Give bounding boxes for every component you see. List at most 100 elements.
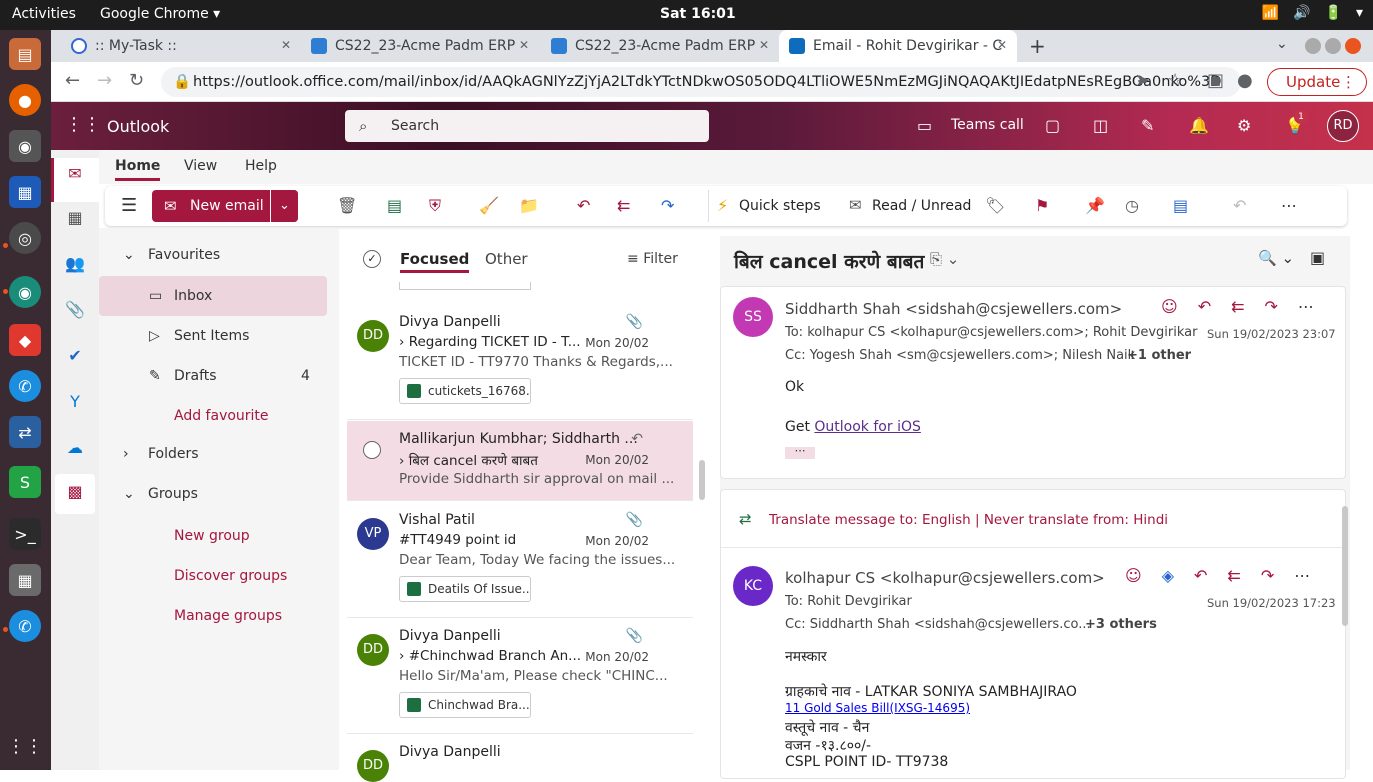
diamond-icon[interactable]: ◈ (1162, 566, 1174, 585)
attachment-chip[interactable]: cutickets_16768... (399, 378, 531, 404)
reply-all-icon[interactable]: ⇇ (1231, 297, 1244, 316)
bookmark-star-icon[interactable]: ☆ (1167, 70, 1183, 91)
pin-icon[interactable]: 📌 (1085, 196, 1105, 215)
list-scrollbar[interactable] (699, 460, 705, 500)
zoom-icon[interactable]: 🔍 ⌄ (1258, 249, 1294, 267)
tag-subject-icon[interactable]: ⎘ ⌄ (930, 250, 959, 268)
tab-focused[interactable]: Focused (400, 250, 470, 273)
more-icon[interactable]: ⋯ (1281, 196, 1297, 215)
select-radio[interactable] (363, 441, 381, 459)
tab-home[interactable]: Home (115, 158, 161, 181)
search-input[interactable]: ⌕ Search (345, 110, 709, 142)
list-item-selected[interactable]: Mallikarjun Kumbhar; Siddharth ... ↶ › ब… (347, 421, 693, 501)
apps-grid-icon[interactable]: ⋮⋮ (7, 730, 43, 762)
close-icon[interactable]: ✕ (997, 38, 1007, 52)
close-icon[interactable]: ✕ (759, 38, 769, 52)
filter-button[interactable]: ≡ Filter (627, 251, 678, 267)
forward-icon[interactable]: ↷ (1261, 566, 1274, 585)
reply-icon[interactable]: ↶ (1194, 566, 1207, 585)
rhythmbox-icon[interactable]: ◉ (9, 130, 41, 162)
yammer-icon[interactable]: Y (63, 392, 87, 416)
back-icon[interactable]: ← (65, 70, 80, 91)
teams-call-button[interactable]: Teams call (951, 117, 1024, 133)
remote-icon[interactable]: ⇄ (9, 416, 41, 448)
edit-icon[interactable]: ✎ (1141, 116, 1154, 135)
tab-my-task[interactable]: :: My-Task :: ✕ (61, 30, 301, 62)
reply-icon[interactable]: ↶ (577, 196, 590, 215)
delete-icon[interactable]: 🗑 (337, 196, 357, 215)
quick-steps-button[interactable]: ⚡ Quick steps (708, 190, 834, 222)
undo-icon[interactable]: ↶ (1233, 196, 1246, 215)
mail-icon[interactable]: ✉ (63, 164, 87, 188)
new-email-dropdown[interactable]: ⌄ (270, 190, 298, 222)
close-icon[interactable]: ✕ (281, 38, 291, 52)
todo-icon[interactable]: ✔ (63, 346, 87, 370)
favourites-header[interactable]: ⌄ Favourites (99, 235, 327, 275)
more-icon[interactable]: ⋯ (1298, 297, 1314, 316)
new-group-link[interactable]: New group (99, 516, 327, 556)
tab-erp-1[interactable]: CS22_23-Acme Padm ERP ✕ (301, 30, 539, 62)
video-icon[interactable]: ▭ (917, 116, 932, 135)
report-icon[interactable]: ⛨ (429, 196, 441, 216)
tab-erp-2[interactable]: CS22_23-Acme Padm ERP ✕ (541, 30, 779, 62)
close-icon[interactable]: ✕ (519, 38, 529, 52)
sweep-icon[interactable]: 🧹 (479, 196, 499, 215)
expand-icon[interactable]: ▣ (1310, 248, 1325, 267)
sender[interactable]: kolhapur CS <kolhapur@csjewellers.com> (785, 569, 1105, 587)
move-icon[interactable]: 📁 (519, 196, 539, 215)
maximize-icon[interactable] (1325, 38, 1341, 54)
sheets-icon[interactable]: S (9, 466, 41, 498)
new-tab-icon[interactable]: + (1029, 34, 1046, 58)
apps-icon[interactable]: ▩ (63, 482, 87, 506)
files-icon[interactable]: ▤ (9, 38, 41, 70)
phone-icon-2[interactable]: ✆ (9, 610, 41, 642)
add-favourite-link[interactable]: Add favourite (99, 396, 327, 436)
hamburger-icon[interactable]: ☰ (121, 195, 137, 216)
cc-more[interactable]: +3 others (1085, 617, 1157, 632)
tab-view[interactable]: View (184, 158, 217, 174)
groups-header[interactable]: ⌄ Groups (99, 474, 327, 514)
forward-icon[interactable]: → (97, 70, 112, 91)
address-bar[interactable]: 🔒 https://outlook.office.com/mail/inbox/… (161, 67, 1241, 97)
app-icon-green[interactable]: ◉ (9, 276, 41, 308)
list-item[interactable]: VP Vishal Patil 📎 #TT4949 point id Mon 2… (347, 502, 693, 618)
select-all-icon[interactable]: ✓ (363, 250, 381, 268)
terminal-icon[interactable]: >_ (9, 518, 41, 550)
clock[interactable]: Sat 16:01 (660, 6, 736, 22)
minimize-icon[interactable] (1305, 38, 1321, 54)
list-item[interactable]: DD Divya Danpelli (347, 734, 693, 782)
attachment-chip[interactable]: Deatils Of Issue.... (399, 576, 531, 602)
calculator-icon[interactable]: ▦ (9, 564, 41, 596)
discover-groups-link[interactable]: Discover groups (99, 556, 327, 596)
bell-icon[interactable]: 🔔 (1189, 116, 1209, 135)
avatar[interactable]: RD (1327, 110, 1359, 142)
chat-icon[interactable]: ▢ (1045, 116, 1060, 135)
tab-outlook[interactable]: Email - Rohit Devgirikar - C ✕ (779, 30, 1017, 62)
reply-all-icon[interactable]: ⇇ (617, 196, 630, 215)
bill-link[interactable]: 11 Gold Sales Bill(IXSG-14695) (785, 701, 970, 715)
forward-icon[interactable]: ↷ (1265, 297, 1278, 316)
list-item[interactable]: DD Divya Danpelli 📎 › #Chinchwad Branch … (347, 618, 693, 734)
folders-header[interactable]: › Folders (99, 434, 327, 474)
tab-other[interactable]: Other (485, 250, 528, 268)
update-button[interactable]: Update ⋮ (1267, 68, 1367, 96)
flag-icon[interactable]: ⚑ (1035, 196, 1049, 215)
office-icon[interactable]: ◫ (1093, 116, 1108, 135)
gear-icon[interactable]: ⚙ (1237, 116, 1251, 135)
calendar-icon[interactable]: ▦ (63, 208, 87, 232)
app-menu[interactable]: Google Chrome ▾ (100, 6, 220, 22)
reply-icon[interactable]: ↶ (1198, 297, 1211, 316)
folder-inbox[interactable]: ▭ Inbox (99, 276, 327, 316)
manage-groups-link[interactable]: Manage groups (99, 596, 327, 636)
phone-icon[interactable]: ✆ (9, 370, 41, 402)
attach-icon[interactable]: 📎 (63, 300, 87, 324)
system-tray[interactable]: 📶 🔊 🔋 ▾ (1262, 5, 1363, 21)
emoji-icon[interactable]: ☺ (1161, 297, 1178, 316)
activities-button[interactable]: Activities (12, 6, 76, 22)
firefox-icon[interactable]: ● (9, 84, 41, 116)
reload-icon[interactable]: ↻ (129, 70, 144, 91)
send-icon[interactable]: ➤ (1135, 70, 1150, 91)
reply-all-icon[interactable]: ⇇ (1227, 566, 1240, 585)
folder-sent[interactable]: ▷ Sent Items (99, 316, 327, 356)
read-unread-button[interactable]: ✉ Read / Unread (845, 190, 975, 222)
